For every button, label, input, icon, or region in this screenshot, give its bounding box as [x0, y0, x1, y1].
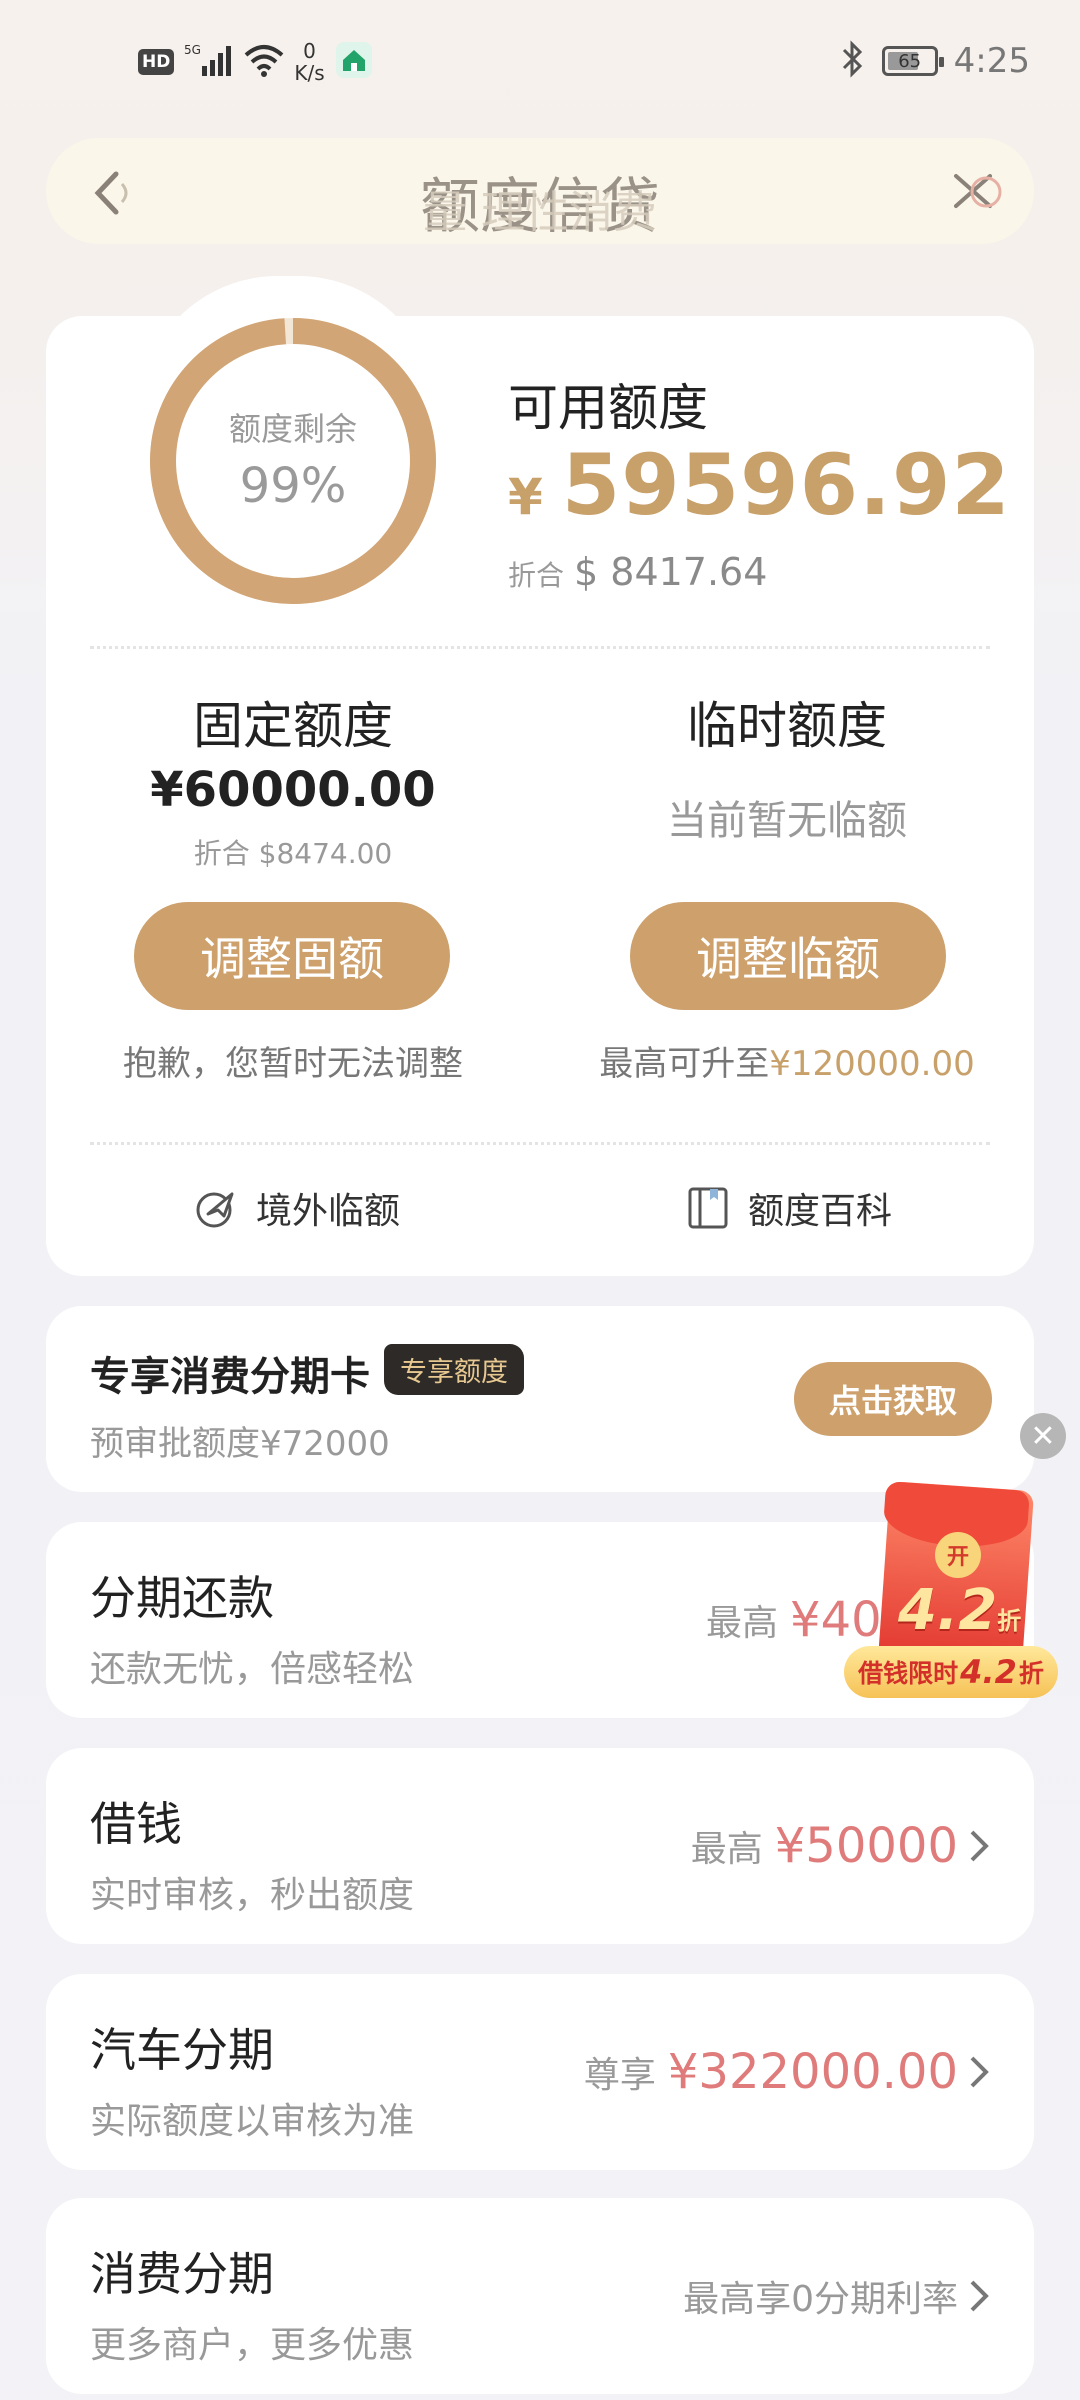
ad-close-button[interactable]: ✕ — [1020, 1413, 1066, 1459]
hd-icon: HD — [138, 49, 175, 75]
battery-level: 65 — [898, 50, 922, 72]
service-limit-amount: ¥322000.00 — [667, 2044, 958, 2100]
bluetooth-icon — [840, 40, 866, 82]
network-speed: 0 K/s — [294, 40, 324, 84]
service-limit-prefix: 最高 — [690, 1829, 763, 1870]
page-title-wrap: 量 理性消费 额度信贷 — [46, 158, 1034, 245]
ring-label: 额度剩余 — [228, 410, 357, 448]
service-limit-prefix: 最高 — [706, 1603, 779, 1644]
cellular-signal-icon: 5G — [184, 42, 234, 82]
fixed-quota-converted: 折合 $8474.00 — [193, 837, 393, 870]
status-left: HD 5G 0 K/s — [138, 40, 373, 84]
battery-icon: 65 — [881, 46, 944, 76]
ring-percent: 99% — [239, 458, 347, 514]
temp-note-prefix: 最高可升至 — [599, 1044, 770, 1084]
fixed-quota-section: 固定额度 ¥60000.00 折合 $8474.00 — [46, 686, 540, 872]
available-title: 可用额度 — [508, 379, 708, 437]
fixed-quota-title: 固定额度 — [193, 697, 393, 755]
temp-quota-status: 当前暂无临额 — [667, 798, 907, 844]
book-icon — [688, 1187, 728, 1229]
converted-amount: $ 8417.64 — [574, 550, 768, 594]
adjust-fixed-button[interactable]: 调整固额 — [134, 902, 450, 1010]
page-header: 量 理性消费 额度信贷 — [46, 138, 1034, 244]
service-title: 消费分期 — [90, 2247, 274, 2301]
overseas-quota-link[interactable]: 境外临额 — [194, 1182, 400, 1234]
network-speed-value: 0 — [303, 39, 316, 63]
service-limit: 最高 ¥50000 — [691, 1748, 958, 1944]
header-ghost-text: 量 理性消费 — [423, 187, 657, 238]
promo-subtitle: 预审批额度¥72000 — [90, 1424, 390, 1464]
status-time: 4:25 — [953, 41, 1030, 81]
envelope-discount-value: 4.2 — [898, 1578, 998, 1643]
globe-plane-icon — [196, 1192, 234, 1228]
ribbon-suffix: 折 — [1018, 1659, 1044, 1688]
service-title: 汽车分期 — [90, 2023, 274, 2077]
available-converted: 折合 $ 8417.64 — [508, 550, 767, 594]
ribbon-prefix: 借钱限时 — [858, 1659, 959, 1688]
network-type-label: 5G — [184, 43, 201, 57]
service-subtitle: 更多商户，更多优惠 — [90, 2325, 415, 2366]
envelope-discount-unit: 折 — [997, 1607, 1022, 1635]
converted-label: 折合 — [508, 559, 565, 592]
quota-encyclopedia-link[interactable]: 额度百科 — [686, 1182, 892, 1234]
service-subtitle: 实际额度以审核为准 — [90, 2101, 415, 2142]
service-title: 借钱 — [90, 1797, 182, 1851]
chevron-right-icon — [970, 2280, 989, 2312]
overseas-quota-label: 境外临额 — [256, 1191, 401, 1232]
exclusive-card-promo[interactable]: 专享消费分期卡 专享额度 预审批额度¥72000 点击获取 — [46, 1306, 1034, 1492]
status-bar: HD 5G 0 K/s 65 4:25 — [0, 0, 1080, 130]
envelope-discount: 4.2折 — [898, 1578, 1021, 1643]
get-card-button[interactable]: 点击获取 — [794, 1362, 992, 1436]
service-limit: 尊享 ¥322000.00 — [584, 1974, 958, 2170]
close-icon[interactable] — [950, 166, 1006, 216]
adjust-temp-button[interactable]: 调整临额 — [630, 902, 946, 1010]
status-right: 65 4:25 — [840, 40, 1030, 82]
temp-quota-section: 临时额度 当前暂无临额 — [540, 686, 1034, 846]
service-subtitle: 还款无忧，倍感轻松 — [90, 1649, 415, 1690]
available-amount-value: 59596.92 — [561, 436, 1011, 534]
fixed-adjust-note: 抱歉，您暂时无法调整 — [123, 1044, 463, 1084]
available-amount: ¥59596.92 — [508, 436, 1011, 534]
service-limit: 最高享0分期利率 — [683, 2198, 958, 2394]
ribbon-number: 4.2 — [960, 1653, 1017, 1691]
promo-badge: 专享额度 — [384, 1344, 524, 1395]
fixed-quota-amount: ¥60000.00 — [150, 762, 436, 818]
quota-card: 额度剩余 99% 可用额度 ¥59596.92 折合 $ 8417.64 固定额… — [46, 276, 1034, 1276]
service-consumer-installment[interactable]: 消费分期 更多商户，更多优惠 最高享0分期利率 — [46, 2198, 1034, 2394]
wifi-icon — [244, 43, 284, 81]
promo-title: 专享消费分期卡 — [90, 1354, 370, 1400]
temp-note-amount: ¥120000.00 — [769, 1044, 975, 1084]
temp-quota-title: 临时额度 — [687, 697, 887, 755]
currency-symbol: ¥ — [508, 468, 544, 526]
red-envelope-ad[interactable]: 开 4.2折 借钱限时 4.2 折 — [844, 1481, 1058, 1698]
quota-encyclopedia-label: 额度百科 — [748, 1191, 893, 1232]
temp-adjust-note: 最高可升至¥120000.00 — [540, 1036, 1034, 1085]
app-home-icon — [335, 41, 373, 83]
divider — [90, 646, 990, 649]
envelope-coin: 开 — [935, 1532, 981, 1578]
service-borrow[interactable]: 借钱 实时审核，秒出额度 最高 ¥50000 — [46, 1748, 1034, 1944]
envelope-ribbon: 借钱限时 4.2 折 — [844, 1646, 1058, 1698]
network-speed-unit: K/s — [294, 61, 325, 85]
service-title: 分期还款 — [90, 1571, 274, 1625]
divider — [90, 1142, 990, 1145]
service-subtitle: 实时审核，秒出额度 — [90, 1875, 415, 1916]
service-limit-prefix: 尊享 — [583, 2055, 656, 2096]
chevron-right-icon — [970, 1830, 989, 1862]
service-limit-text: 最高享0分期利率 — [683, 2279, 958, 2320]
service-limit-amount: ¥50000 — [774, 1818, 958, 1874]
service-car-installment[interactable]: 汽车分期 实际额度以审核为准 尊享 ¥322000.00 — [46, 1974, 1034, 2170]
chevron-right-icon — [970, 2056, 989, 2088]
